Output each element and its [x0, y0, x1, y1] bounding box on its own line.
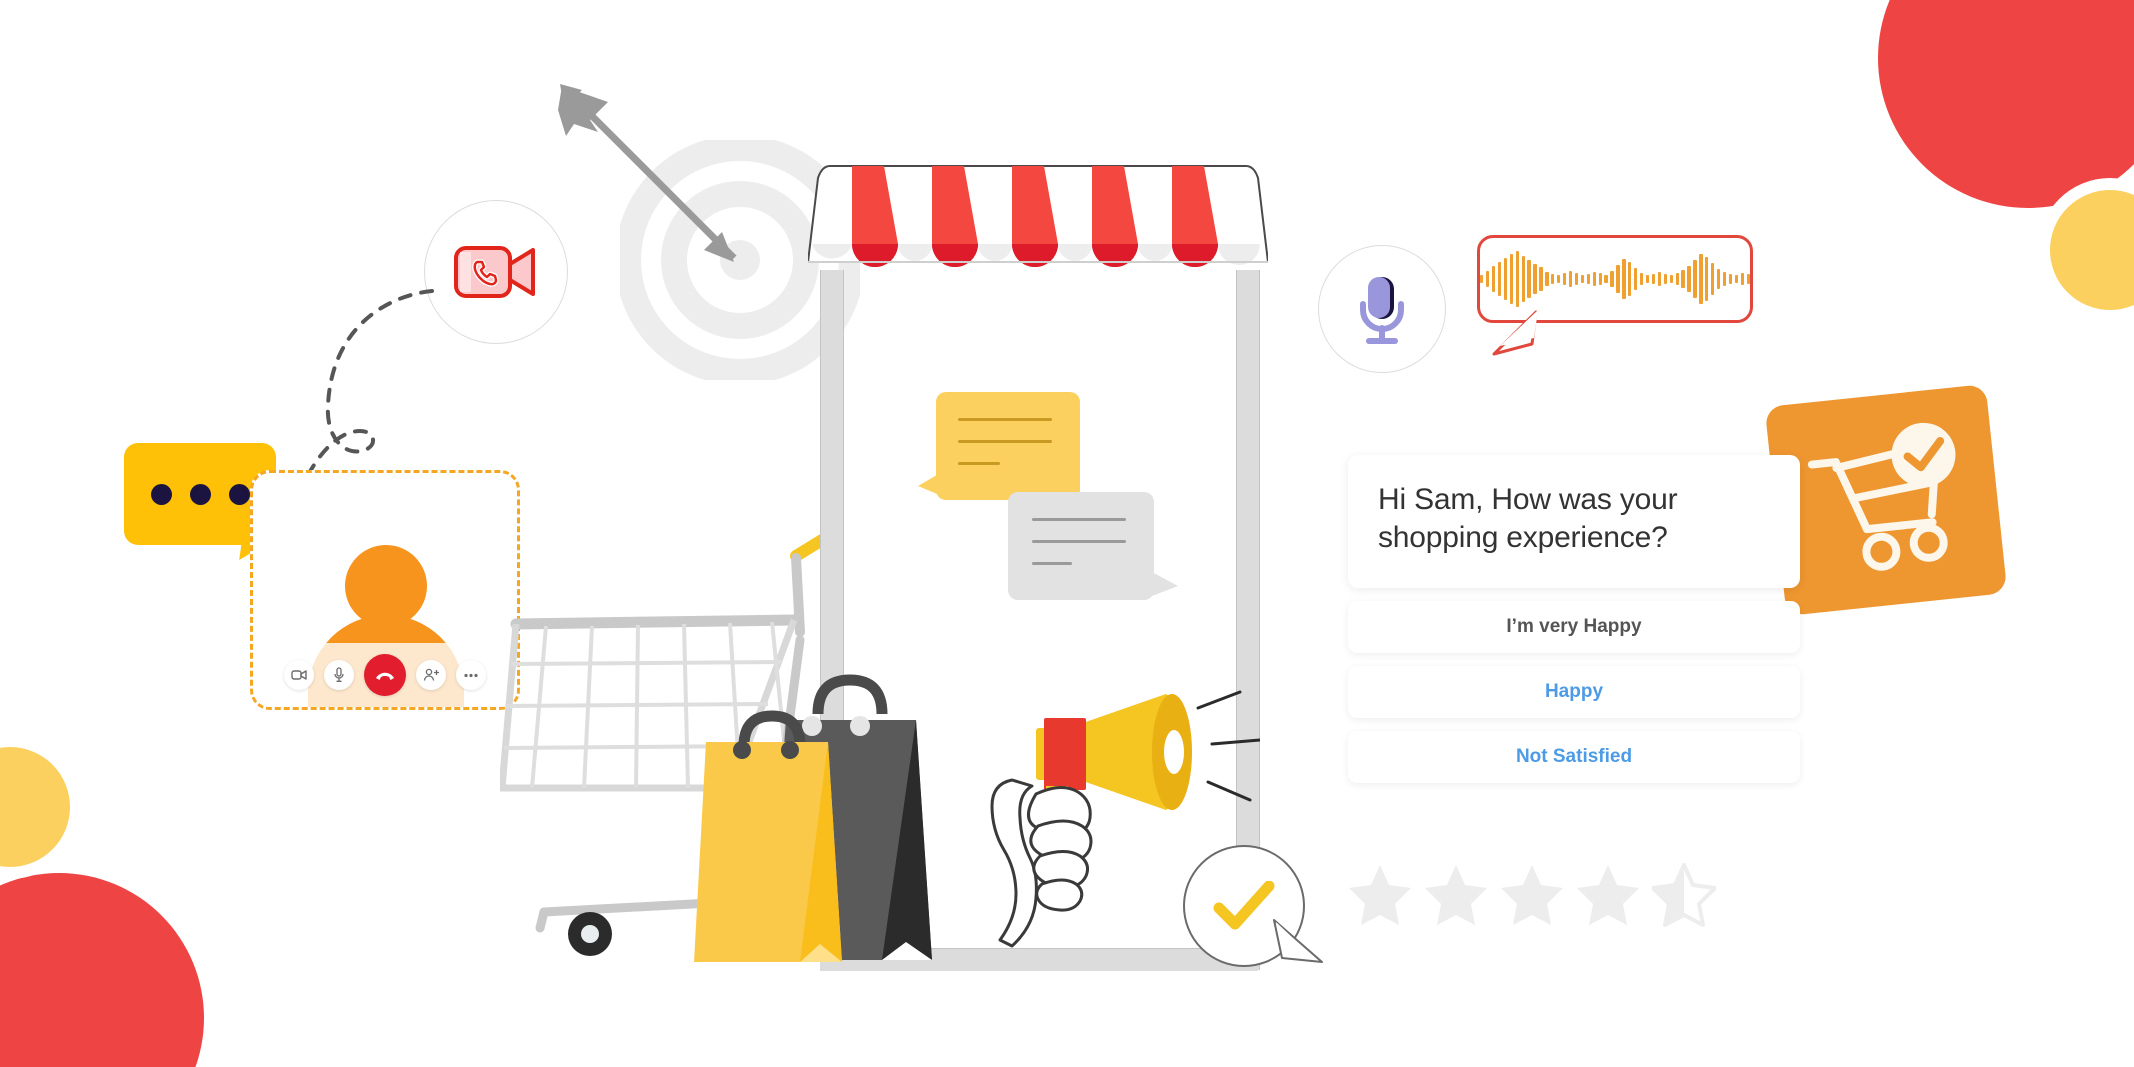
waveform-bar — [1639, 273, 1644, 285]
waveform-bar — [1551, 274, 1555, 284]
waveform-bar — [1503, 258, 1508, 300]
camera-icon — [291, 670, 307, 680]
camera-icon-button[interactable] — [284, 660, 314, 690]
star-filled-icon[interactable] — [1576, 862, 1640, 928]
typing-dot — [189, 483, 211, 505]
survey-option-not-satisfied[interactable]: Not Satisfied — [1348, 730, 1800, 783]
voice-waveform — [1480, 238, 1750, 320]
illustration-canvas: Hi Sam, How was your shopping experience… — [0, 0, 2134, 1067]
microphone-icon-badge[interactable] — [1318, 245, 1446, 373]
end-call-button[interactable] — [364, 654, 406, 696]
waveform-bar — [1592, 272, 1596, 286]
ellipsis-icon — [464, 673, 478, 677]
bubble-text-line — [958, 440, 1052, 443]
star-filled-icon[interactable] — [1348, 862, 1412, 928]
waveform-bar — [1491, 266, 1496, 292]
waveform-bar — [1497, 262, 1502, 296]
waveform-bar — [1574, 273, 1579, 285]
waveform-bar — [1645, 275, 1650, 283]
microphone-icon-button[interactable] — [324, 660, 354, 690]
star-filled-icon[interactable] — [1500, 862, 1564, 928]
waveform-bar — [1598, 273, 1602, 285]
video-call-toolbar — [253, 643, 517, 707]
waveform-bar — [1586, 274, 1591, 284]
waveform-bar — [1734, 275, 1739, 283]
waveform-bar — [1628, 262, 1632, 296]
waveform-bar — [1634, 268, 1638, 290]
waveform-bar — [1616, 265, 1620, 293]
waveform-bar — [1527, 260, 1531, 298]
more-options-button[interactable] — [456, 660, 486, 690]
store-awning — [808, 165, 1268, 267]
waveform-bar — [1539, 267, 1543, 291]
waveform-bar — [1711, 263, 1715, 295]
waveform-bar — [1563, 273, 1567, 285]
chat-bubble-yellow-tail — [918, 472, 942, 496]
decorative-circle-red-bottom-left — [0, 873, 204, 1067]
video-call-panel[interactable] — [250, 470, 520, 710]
waveform-bar — [1545, 272, 1549, 286]
typing-dot — [228, 483, 250, 505]
waveform-bar — [1509, 254, 1514, 304]
waveform-bar — [1740, 273, 1744, 285]
end-call-icon — [376, 672, 394, 680]
waveform-bar — [1622, 259, 1626, 299]
waveform-bar — [1681, 270, 1685, 288]
waveform-bar — [1486, 271, 1490, 287]
waveform-bar — [1557, 275, 1561, 283]
star-half-icon[interactable] — [1652, 862, 1716, 928]
waveform-bar — [1746, 274, 1750, 284]
survey-option-very-happy[interactable]: I’m very Happy — [1348, 600, 1800, 653]
waveform-bar — [1699, 254, 1703, 304]
feedback-survey-card: Hi Sam, How was your shopping experience… — [1348, 455, 1800, 783]
waveform-bar — [1716, 269, 1721, 289]
waveform-bar — [1480, 275, 1484, 283]
decorative-circle-yellow-bottom-left — [0, 747, 70, 867]
chat-bubble-yellow — [936, 392, 1080, 500]
waveform-bar — [1663, 274, 1667, 284]
waveform-bar — [1604, 275, 1608, 283]
arrow-icon — [558, 84, 737, 262]
chat-bubble-gray — [1008, 492, 1154, 600]
waveform-bar — [1515, 251, 1519, 307]
waveform-bar — [1728, 274, 1733, 284]
microphone-icon — [1360, 276, 1404, 344]
bubble-text-line — [1032, 540, 1126, 543]
checkmark-bubble-tail — [1273, 919, 1323, 963]
bubble-text-line — [1032, 562, 1072, 565]
add-participant-button[interactable] — [416, 660, 446, 690]
add-person-icon — [423, 668, 439, 681]
shopping-cart-check-icon — [1807, 422, 1956, 571]
waveform-bar — [1533, 264, 1537, 294]
decorative-circle-red-top-right — [1878, 0, 2134, 208]
waveform-bar — [1651, 274, 1656, 284]
waveform-bar — [1568, 271, 1573, 287]
star-filled-icon[interactable] — [1424, 862, 1488, 928]
decorative-circle-yellow-top-right — [2050, 190, 2134, 310]
checkmark-icon — [1213, 881, 1275, 930]
bubble-text-line — [1032, 518, 1126, 521]
waveform-bar — [1580, 275, 1585, 283]
shopping-cart-check-badge[interactable] — [1764, 383, 2008, 617]
bubble-text-line — [958, 462, 1000, 465]
waveform-bar — [1722, 272, 1727, 286]
waveform-bar — [1657, 272, 1662, 286]
bubble-text-line — [958, 418, 1052, 421]
chat-bubble-gray-tail — [1152, 572, 1178, 596]
waveform-bar — [1705, 257, 1709, 301]
typing-dot — [150, 483, 172, 505]
waveform-bar — [1675, 273, 1679, 285]
survey-question: Hi Sam, How was your shopping experience… — [1348, 455, 1800, 588]
survey-option-happy[interactable]: Happy — [1348, 665, 1800, 718]
waveform-bar — [1687, 266, 1691, 292]
star-rating[interactable] — [1348, 862, 1748, 928]
waveform-bar — [1521, 256, 1525, 302]
voice-bubble-tail — [1492, 310, 1538, 356]
waveform-bar — [1669, 275, 1673, 283]
waveform-bar — [1610, 271, 1614, 287]
microphone-icon — [334, 667, 344, 682]
waveform-bar — [1693, 260, 1697, 298]
